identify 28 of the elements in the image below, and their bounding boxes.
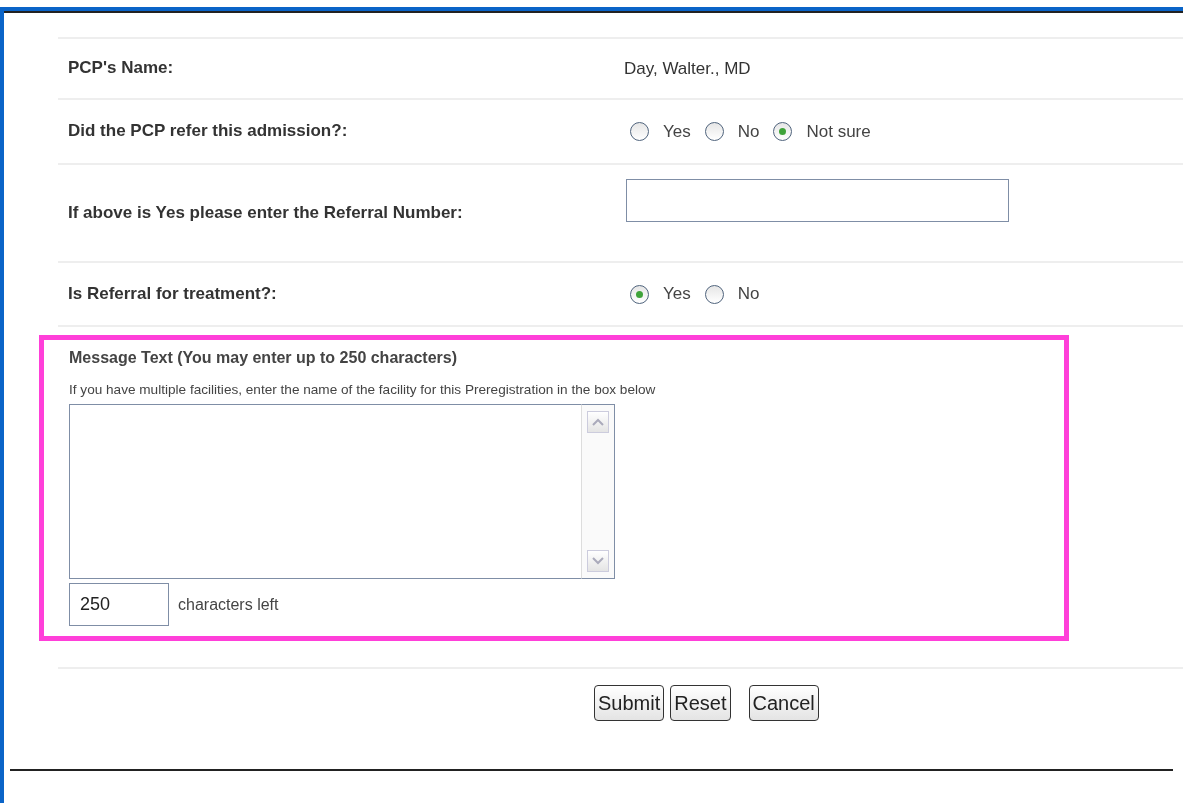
radio-option[interactable]: No (704, 118, 760, 145)
chevron-up-icon (592, 418, 604, 427)
radio-option[interactable]: No (704, 281, 760, 307)
field-label: PCP's Name: (68, 57, 175, 80)
radio-option[interactable]: Yes (630, 118, 691, 145)
form-button[interactable]: Cancel (748, 685, 819, 722)
field-label: Did the PCP refer this admission?: (68, 120, 349, 143)
scroll-up-button[interactable] (587, 411, 609, 434)
radio-button[interactable] (630, 284, 649, 304)
radio-option[interactable]: Not sure (773, 118, 871, 145)
message-hint: If you have multiple facilities, enter the name of the facility for this Preregistration in the box below (69, 381, 657, 399)
form-button[interactable]: Reset (670, 685, 731, 722)
counter-label: characters left (178, 594, 279, 615)
field-label: If above is Yes please enter the Referral Number: (68, 201, 464, 224)
scrollbar[interactable] (581, 404, 615, 580)
form-button[interactable]: Submit (594, 685, 665, 722)
pcp-name: Day, Walter., MD (624, 57, 751, 80)
radio-button[interactable] (704, 284, 724, 304)
scroll-down-button[interactable] (587, 550, 609, 573)
field-label: Is Referral for treatment?: (68, 282, 278, 305)
referral-number-field[interactable] (626, 179, 1009, 222)
character-count-field[interactable]: 250 (69, 583, 169, 627)
chevron-down-icon (592, 557, 604, 566)
radio-option[interactable]: Yes (630, 281, 691, 307)
radio-button[interactable] (773, 122, 793, 141)
radio-button[interactable] (704, 122, 724, 141)
message-title: Message Text (You may enter up to 250 characters) (69, 348, 458, 368)
radio-button[interactable] (630, 122, 649, 141)
